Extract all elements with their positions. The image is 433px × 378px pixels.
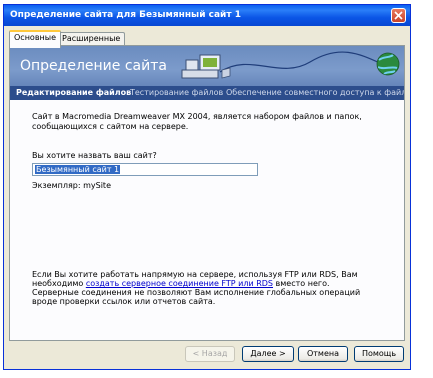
next-button[interactable]: Далее >	[242, 346, 294, 362]
site-name-value: Безымянный сайт 1	[35, 165, 121, 174]
close-button[interactable]	[391, 8, 406, 23]
close-icon	[394, 11, 403, 20]
help-button[interactable]: Помощь	[354, 346, 404, 362]
step-test-files: Тестирование файлов	[130, 88, 224, 97]
site-name-question: Вы хотите назвать ваш сайт?	[32, 151, 157, 160]
step-share-files: Обеспечение совместного доступа к файлам	[226, 88, 404, 97]
cancel-button[interactable]: Отмена	[298, 346, 348, 362]
wizard-content: Сайт в Macromedia Dreamweaver MX 2004, я…	[10, 100, 404, 340]
intro-text: Сайт в Macromedia Dreamweaver MX 2004, я…	[32, 112, 362, 131]
create-server-connection-link[interactable]: создать серверное соединение FTP или RDS	[86, 279, 273, 288]
title-bar[interactable]: Определение сайта для Безымянный сайт 1	[4, 5, 410, 26]
server-info-text: Если Вы хотите работать напрямую на серв…	[32, 270, 377, 306]
wizard-steps-bar: Редактирование файлов Тестирование файло…	[10, 86, 404, 100]
window-title: Определение сайта для Безымянный сайт 1	[10, 10, 241, 20]
tab-advanced[interactable]: Расширенные	[57, 32, 126, 46]
wizard-banner: Определение сайта	[10, 46, 404, 86]
tab-panel: Определение сайта Редактирование файлов …	[9, 45, 405, 341]
tab-basic[interactable]: Основные	[9, 30, 62, 48]
banner-title: Определение сайта	[20, 58, 167, 74]
back-button[interactable]: < Назад	[185, 346, 235, 362]
instance-example: Экземпляр: mySite	[32, 181, 111, 190]
step-edit-files: Редактирование файлов	[16, 88, 132, 97]
network-illustration-icon	[181, 51, 400, 79]
site-name-input[interactable]: Безымянный сайт 1	[32, 163, 258, 176]
dialog-window: Определение сайта для Безымянный сайт 1 …	[3, 4, 411, 370]
